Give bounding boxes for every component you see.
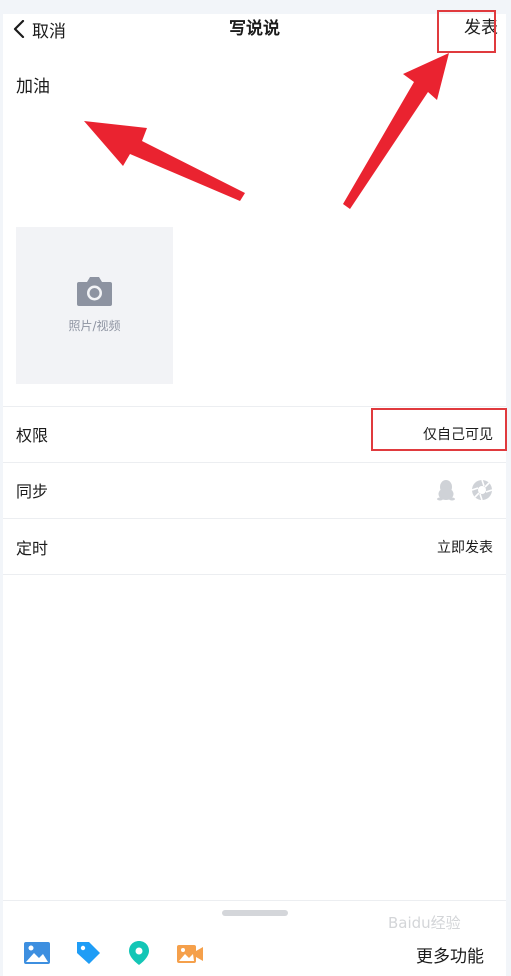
app-frame: 取消 写说说 发表 加油 照片/视频 权限 仅自己可见 同步 定时 立即发表 更… bbox=[3, 14, 506, 976]
qq-penguin-icon[interactable] bbox=[435, 479, 457, 501]
video-icon[interactable] bbox=[176, 939, 204, 967]
add-photo-video-button[interactable]: 照片/视频 bbox=[16, 227, 173, 384]
permission-row[interactable]: 权限 仅自己可见 bbox=[3, 406, 506, 461]
more-features-button[interactable]: 更多功能 bbox=[416, 942, 484, 967]
sync-row[interactable]: 同步 bbox=[3, 462, 506, 517]
post-text-input[interactable]: 加油 bbox=[16, 72, 50, 97]
schedule-value: 立即发表 bbox=[437, 539, 493, 556]
image-icon[interactable] bbox=[23, 939, 51, 967]
permission-value: 仅自己可见 bbox=[423, 427, 493, 443]
watermark: Baidu经验 bbox=[388, 914, 461, 932]
camera-aperture-icon[interactable] bbox=[471, 479, 493, 501]
sync-targets bbox=[435, 479, 493, 501]
tag-icon[interactable] bbox=[74, 939, 102, 967]
top-nav-bar: 取消 写说说 发表 bbox=[3, 14, 506, 44]
publish-button[interactable]: 发表 bbox=[464, 14, 498, 44]
permission-label: 权限 bbox=[16, 426, 49, 445]
location-icon[interactable] bbox=[125, 939, 153, 967]
schedule-label: 定时 bbox=[16, 538, 49, 558]
schedule-row[interactable]: 定时 立即发表 bbox=[3, 518, 506, 575]
camera-icon bbox=[77, 277, 112, 306]
photo-video-label: 照片/视频 bbox=[68, 319, 121, 333]
page-title: 写说说 bbox=[229, 19, 280, 39]
sync-label: 同步 bbox=[16, 482, 49, 501]
drag-handle[interactable] bbox=[222, 910, 288, 916]
